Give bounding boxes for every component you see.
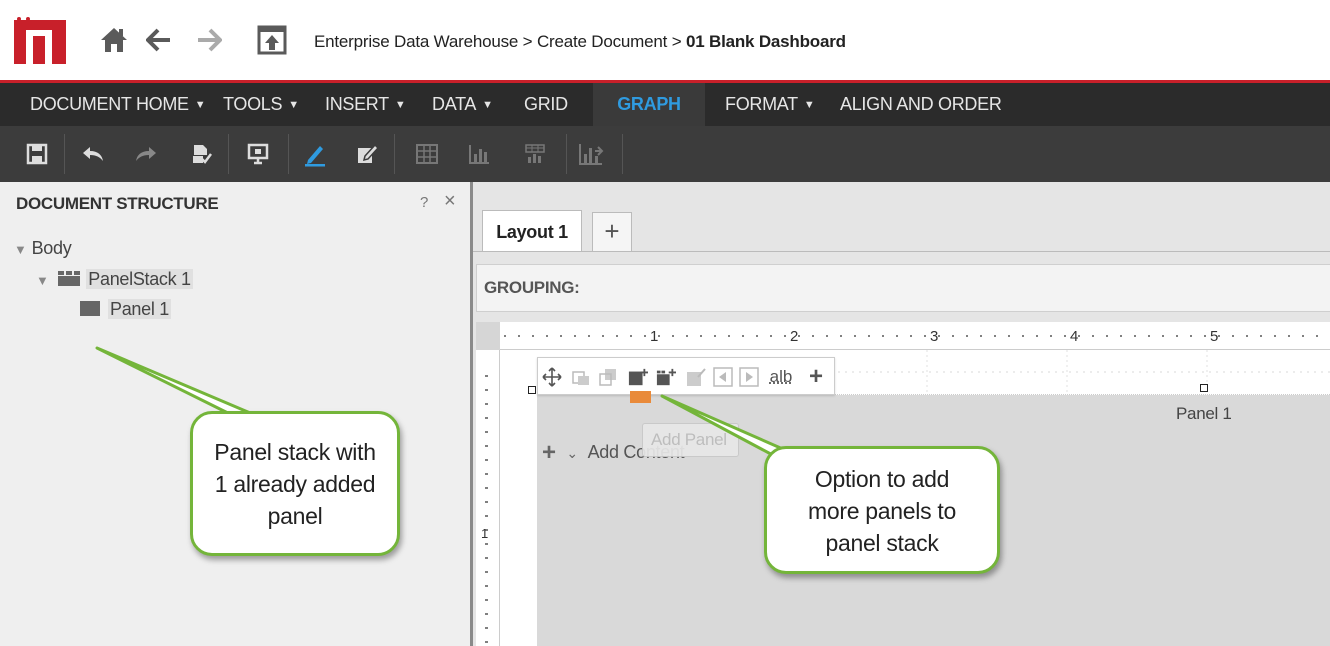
close-icon[interactable]: × [444,190,456,213]
ruler-label: 1 [650,328,658,345]
send-backward-icon[interactable] [598,367,618,387]
ruler-label: 2 [790,328,798,345]
tab-layout-1[interactable]: Layout 1 [482,210,582,252]
breadcrumb-step[interactable]: Create Document [537,32,667,51]
toolbar [0,126,1330,182]
move-icon[interactable] [542,367,562,387]
back-arrow-icon[interactable] [142,22,176,58]
menu-format[interactable]: FORMAT ▼ [725,83,815,126]
bring-forward-icon[interactable] [571,367,591,387]
chevron-down-icon[interactable]: ⌄ [566,445,578,461]
breadcrumb-current: 01 Blank Dashboard [685,32,846,51]
callout-add-panels: Option to add more panels to panel stack [764,446,1000,574]
breadcrumb-separator: > [671,32,682,51]
tree-item-panel[interactable]: Panel 1 [80,299,171,320]
presentation-icon[interactable] [243,139,273,169]
add-icon[interactable]: + [806,363,826,390]
toolbar-separator [228,134,229,174]
grouping-bar[interactable]: GROUPING: [476,264,1330,312]
grid-graph-icon[interactable] [520,139,550,169]
active-tool-indicator [630,391,651,403]
breadcrumb-project[interactable]: Enterprise Data Warehouse [314,32,518,51]
add-panel-icon[interactable] [628,367,648,387]
menu-tools[interactable]: TOOLS ▼ [223,83,299,126]
home-icon[interactable] [96,22,132,58]
callout-line: Option to add [814,466,950,492]
menu-document-home[interactable]: DOCUMENT HOME ▼ [30,83,206,126]
callout-panel-stack: Panel stack with 1 already added panel [190,411,400,556]
expand-triangle-icon[interactable]: ▼ [14,242,27,257]
toolbar-separator [394,134,395,174]
toolbar-separator [288,134,289,174]
add-layout-button[interactable]: + [592,212,632,252]
caret-down-icon: ▼ [803,99,815,111]
menu-bar: DOCUMENT HOME ▼ TOOLS ▼ INSERT ▼ DATA ▼ GRID… [0,83,1330,126]
panel-icon [80,301,100,316]
grid-icon[interactable] [412,139,442,169]
help-button[interactable]: ? [420,194,428,211]
edit-mode-icon[interactable] [352,139,382,169]
menu-align-and-order[interactable]: ALIGN AND ORDER [840,83,1002,126]
tab-strip-border [473,251,1330,252]
tree-item-panelstack[interactable]: ▼ PanelStack 1 [36,269,193,290]
expand-triangle-icon[interactable]: ▼ [36,273,49,288]
panel-title: DOCUMENT STRUCTURE [16,194,219,213]
caret-down-icon: ▼ [288,99,299,111]
previous-panel-icon[interactable] [713,367,733,387]
callout-line: panel [267,503,323,529]
ruler-ticks: 1 2 3 4 5 [504,328,1318,345]
chart-settings-icon[interactable] [576,139,606,169]
redo-icon[interactable] [131,139,161,169]
design-mode-icon[interactable] [300,139,330,169]
add-panel-tooltip: Add Panel [642,423,739,457]
toolbar-separator [566,134,567,174]
rename-panel-icon[interactable] [686,367,706,387]
caret-down-icon: ▼ [394,99,406,111]
toolbar-separator [622,134,623,174]
breadcrumb-separator: > [522,32,533,51]
undo-icon[interactable] [78,139,108,169]
caret-down-icon: ▼ [194,99,206,111]
tree-item-body[interactable]: ▼ Body [14,238,72,259]
menu-insert[interactable]: INSERT ▼ [325,83,406,126]
text-field-icon[interactable]: alb [766,367,796,387]
add-panel-stack-icon[interactable] [656,367,676,387]
callout-line: panel stack [825,530,939,556]
grouping-label: GROUPING: [484,278,580,297]
menu-grid[interactable]: GRID [524,83,568,126]
graph-icon[interactable] [464,139,494,169]
check-document-icon[interactable] [186,139,216,169]
toolbar-separator [64,134,65,174]
panel-stack-toolbar: alb + [537,357,835,395]
callout-line: Panel stack with [214,439,376,465]
resize-handle[interactable] [528,386,536,394]
next-panel-icon[interactable] [739,367,759,387]
panel-stack-icon [58,271,81,286]
callout-line: more panels to [808,498,956,524]
ruler-label: 4 [1070,328,1078,345]
breadcrumb: Enterprise Data Warehouse > Create Docum… [314,32,846,52]
app-window: Enterprise Data Warehouse > Create Docum… [0,0,1330,646]
horizontal-ruler: 1 2 3 4 5 [500,322,1330,350]
vertical-ruler: 1 [476,350,500,646]
microstrategy-logo[interactable] [14,16,66,64]
resize-handle[interactable] [1200,384,1208,392]
upload-icon[interactable] [254,22,290,58]
caret-down-icon: ▼ [482,99,493,111]
ruler-label: 5 [1210,328,1218,345]
ruler-corner [476,322,500,350]
header-bar: Enterprise Data Warehouse > Create Docum… [0,0,1330,80]
save-icon[interactable] [22,139,52,169]
ruler-ticks: 1 [481,375,488,643]
ruler-label: 1 [481,526,488,541]
plus-icon: + [542,439,556,466]
callout-line: 1 already added [214,471,376,497]
forward-arrow-icon[interactable] [192,22,226,58]
menu-data[interactable]: DATA ▼ [432,83,493,126]
ruler-label: 3 [930,328,938,345]
menu-graph[interactable]: GRAPH [593,83,705,126]
panel-name-label: Panel 1 [1176,404,1232,423]
